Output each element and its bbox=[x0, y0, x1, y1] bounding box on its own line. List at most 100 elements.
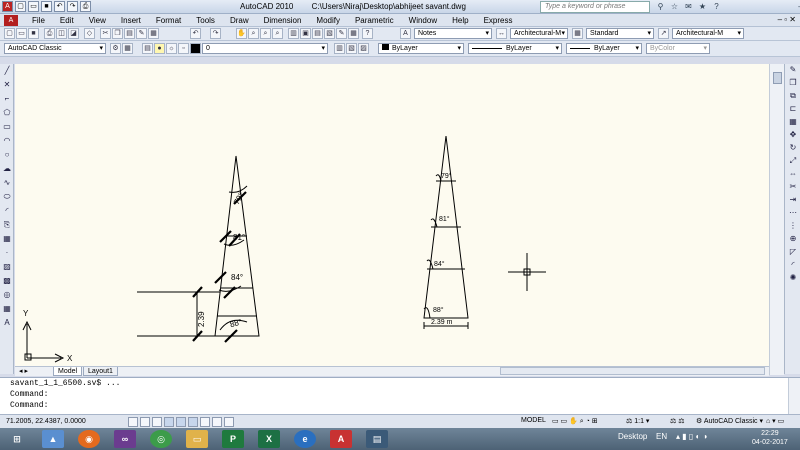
undo-tool-icon[interactable]: ↶ bbox=[190, 28, 201, 39]
menu-format[interactable]: Format bbox=[156, 16, 181, 25]
table-icon[interactable]: ▦ bbox=[2, 304, 12, 314]
make-block-icon[interactable]: ▦ bbox=[2, 234, 12, 244]
lineweight-select[interactable]: ByLayer bbox=[566, 43, 642, 54]
explode-icon[interactable]: ✺ bbox=[788, 273, 798, 283]
window-switcher-icon[interactable]: ▤ bbox=[366, 430, 388, 448]
menu-help[interactable]: Help bbox=[452, 16, 468, 25]
drawing-area[interactable]: 79° 81° 84° 88° 2.39 79° 81° 84° 88° 2.3… bbox=[15, 64, 769, 366]
point-icon[interactable]: · bbox=[2, 248, 12, 258]
command-scrollbar[interactable] bbox=[788, 378, 800, 415]
menu-dimension[interactable]: Dimension bbox=[264, 16, 302, 25]
table-style-icon[interactable]: ▦ bbox=[572, 28, 583, 39]
plot-preview-icon[interactable]: ◫ bbox=[56, 28, 67, 39]
ducs-toggle[interactable] bbox=[200, 417, 210, 427]
osnap-toggle[interactable] bbox=[176, 417, 186, 427]
copy-object-icon[interactable]: ❐ bbox=[788, 78, 798, 88]
insert-block-icon[interactable]: ⎘ bbox=[2, 220, 12, 230]
tool-palettes-icon[interactable]: ▤ bbox=[312, 28, 323, 39]
layer-previous-icon[interactable]: ▧ bbox=[346, 43, 357, 54]
trim-icon[interactable]: ✂ bbox=[788, 182, 798, 192]
sheet-set-icon[interactable]: ▧ bbox=[324, 28, 335, 39]
otrack-toggle[interactable] bbox=[188, 417, 198, 427]
tray-icons[interactable]: ▴ ▮ ▯ ◐ ◑ bbox=[676, 432, 707, 441]
color-select[interactable]: ByLayer bbox=[378, 43, 464, 54]
language-indicator[interactable]: EN bbox=[656, 432, 667, 441]
menu-window[interactable]: Window bbox=[409, 16, 437, 25]
autocad-taskbar-icon[interactable]: A bbox=[330, 430, 352, 448]
model-space-button[interactable]: MODEL bbox=[521, 417, 546, 424]
join-icon[interactable]: ⊕ bbox=[788, 234, 798, 244]
polygon-icon[interactable]: ⬠ bbox=[2, 108, 12, 118]
design-center-icon[interactable]: ▣ bbox=[300, 28, 311, 39]
markup-icon[interactable]: ✎ bbox=[336, 28, 347, 39]
dyn-toggle[interactable] bbox=[212, 417, 222, 427]
quick-view-icons[interactable]: ▭ ▭ ✋ ⌕ ◔ ⊞ bbox=[552, 417, 598, 426]
print-icon[interactable]: ⎙ bbox=[80, 1, 91, 12]
arc-icon[interactable]: ◠ bbox=[2, 136, 12, 146]
redo-icon[interactable]: ↷ bbox=[67, 1, 78, 12]
menu-file[interactable]: File bbox=[32, 16, 45, 25]
linetype-select[interactable]: ByLayer bbox=[468, 43, 562, 54]
chrome-icon[interactable]: ◎ bbox=[150, 430, 172, 448]
qnew-icon[interactable]: ▢ bbox=[4, 28, 15, 39]
annotation-visibility-icon[interactable]: ⚖ ⚖ bbox=[670, 417, 685, 425]
coordinate-readout[interactable]: 71.2005, 22.4387, 0.0000 bbox=[6, 418, 86, 425]
circle-icon[interactable]: ○ bbox=[2, 150, 12, 160]
search-icon[interactable]: ⚲ bbox=[655, 1, 666, 12]
extend-icon[interactable]: ⇥ bbox=[788, 195, 798, 205]
command-window[interactable]: savant_1_1_6500.sv$ ... Command: Command… bbox=[0, 377, 800, 415]
menu-edit[interactable]: Edit bbox=[60, 16, 74, 25]
layer-lock-icon[interactable]: ▫ bbox=[178, 43, 189, 54]
mleader-style-icon[interactable]: ↗ bbox=[658, 28, 669, 39]
line-icon[interactable]: ╱ bbox=[2, 66, 12, 76]
snap-toggle[interactable] bbox=[128, 417, 138, 427]
search-input[interactable]: Type a keyword or phrase bbox=[540, 1, 650, 13]
status-tray-icons[interactable]: ⌂ ▾ ▭ bbox=[766, 417, 784, 425]
open-file-icon[interactable]: ▭ bbox=[16, 28, 27, 39]
drawing-icon[interactable]: A bbox=[4, 15, 18, 26]
ortho-toggle[interactable] bbox=[152, 417, 162, 427]
erase-icon[interactable]: ✎ bbox=[788, 65, 798, 75]
3d-dwf-icon[interactable]: ◇ bbox=[84, 28, 95, 39]
break-icon[interactable]: ⋮ bbox=[788, 221, 798, 231]
dim-style-select[interactable]: Architectural-M bbox=[510, 28, 568, 39]
grid-toggle[interactable] bbox=[140, 417, 150, 427]
publish-icon[interactable]: ◪ bbox=[68, 28, 79, 39]
plot-icon[interactable]: ⎙ bbox=[44, 28, 55, 39]
clock[interactable]: 22:29 04-02-2017 bbox=[752, 429, 788, 447]
properties-icon[interactable]: ▥ bbox=[288, 28, 299, 39]
polyline-icon[interactable]: ⌐ bbox=[2, 94, 12, 104]
autocad-logo-icon[interactable]: A bbox=[2, 1, 13, 12]
vlc-icon[interactable]: ▲ bbox=[42, 430, 64, 448]
vertical-scrollbar[interactable] bbox=[769, 64, 784, 375]
revcloud-icon[interactable]: ☁ bbox=[2, 164, 12, 174]
workspace-save-icon[interactable]: ▦ bbox=[122, 43, 133, 54]
internet-explorer-icon[interactable]: e bbox=[294, 430, 316, 448]
layer-state-icon[interactable]: ▨ bbox=[358, 43, 369, 54]
command-input[interactable]: Command: bbox=[10, 400, 800, 411]
zoom-previous-icon[interactable]: ⌕ bbox=[272, 28, 283, 39]
mirror-icon[interactable]: ⧉ bbox=[788, 91, 798, 101]
plotstyle-select[interactable]: ByColor bbox=[646, 43, 710, 54]
communication-icon[interactable]: ✉ bbox=[683, 1, 694, 12]
menu-express[interactable]: Express bbox=[484, 16, 513, 25]
text-style-select[interactable]: Notes bbox=[414, 28, 492, 39]
start-icon[interactable]: ⊞ bbox=[6, 430, 28, 448]
workspace-switch[interactable]: ⚙ AutoCAD Classic ▾ bbox=[696, 417, 763, 425]
undo-icon[interactable]: ↶ bbox=[54, 1, 65, 12]
project-icon[interactable]: P bbox=[222, 430, 244, 448]
redo-tool-icon[interactable]: ↷ bbox=[210, 28, 221, 39]
tab-model[interactable]: Model bbox=[53, 367, 83, 376]
doc-window-controls[interactable]: – ▫ ✕ bbox=[778, 15, 796, 24]
quickcalc-icon[interactable]: ▦ bbox=[348, 28, 359, 39]
paste-icon[interactable]: ▤ bbox=[124, 28, 135, 39]
polar-toggle[interactable] bbox=[164, 417, 174, 427]
help-icon[interactable]: ? bbox=[711, 1, 722, 12]
firefox-icon[interactable]: ◉ bbox=[78, 430, 100, 448]
rectangle-icon[interactable]: ▭ bbox=[2, 122, 12, 132]
menu-modify[interactable]: Modify bbox=[316, 16, 340, 25]
rotate-icon[interactable]: ↻ bbox=[788, 143, 798, 153]
copy-icon[interactable]: ❐ bbox=[112, 28, 123, 39]
construction-line-icon[interactable]: ✕ bbox=[2, 80, 12, 90]
offset-icon[interactable]: ⊏ bbox=[788, 104, 798, 114]
